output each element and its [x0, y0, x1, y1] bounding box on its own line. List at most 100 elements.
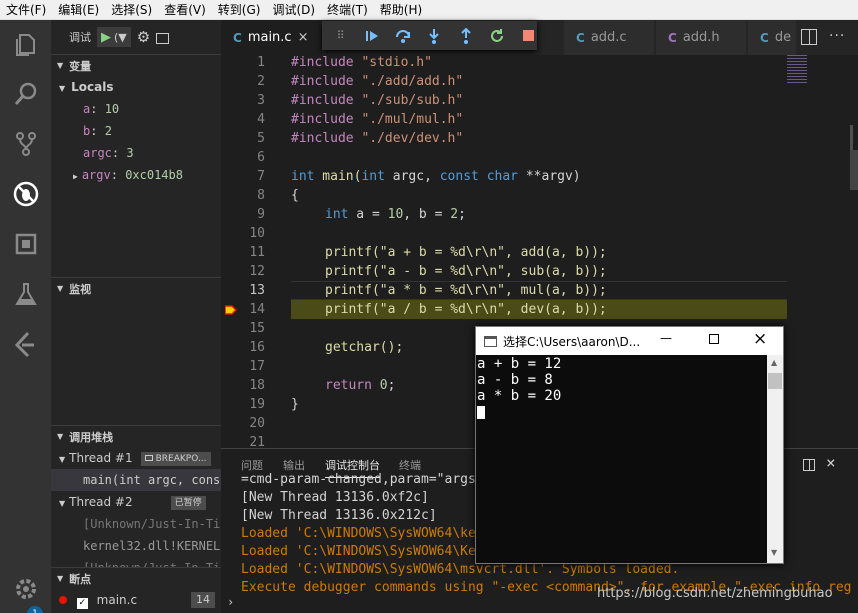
variable-name: b	[83, 124, 91, 138]
drag-handle-icon[interactable]: ⠿	[332, 27, 349, 45]
line-number[interactable]: 17	[221, 359, 265, 374]
tab-main-c[interactable]: Cmain.c ×	[221, 20, 322, 55]
line-number[interactable]: 5	[221, 131, 265, 146]
step-into-icon[interactable]	[426, 27, 443, 45]
debug-icon[interactable]	[0, 170, 51, 218]
watch-title: 监视	[69, 282, 92, 296]
line-number[interactable]: 3	[221, 93, 265, 108]
chevron-right-icon: ▶	[73, 172, 78, 181]
line-number[interactable]: 8	[221, 188, 265, 203]
thread-item[interactable]: ▼ Thread #2 已暂停	[51, 491, 221, 513]
line-number[interactable]: 7	[221, 169, 265, 184]
watch-header[interactable]: ▼ 监视	[51, 277, 221, 299]
continue-icon[interactable]	[363, 27, 380, 45]
source-control-icon[interactable]	[0, 120, 51, 168]
console-output-line: [New Thread 13136.0xf2c]	[241, 490, 429, 505]
variable-value: 2	[104, 124, 112, 138]
variables-header[interactable]: ▼ 变量	[51, 54, 221, 76]
chevron-down-icon[interactable]: ▼	[771, 548, 777, 557]
scrollbar-thumb[interactable]	[768, 373, 782, 389]
menu-item[interactable]: 文件(F)	[0, 0, 52, 20]
code-line: getchar();	[325, 340, 404, 355]
more-actions-icon[interactable]: ···	[829, 28, 845, 44]
checkbox[interactable]: ✓	[76, 598, 88, 609]
maximize-panel-icon[interactable]	[803, 459, 815, 471]
menu-item[interactable]: 调试(D)	[266, 0, 321, 20]
extensions-icon[interactable]	[0, 220, 51, 268]
minimize-icon[interactable]: —	[660, 331, 672, 345]
tab-terminal[interactable]: 终端	[399, 457, 421, 473]
line-number[interactable]: 16	[221, 340, 265, 355]
line-number[interactable]: 21	[221, 435, 265, 448]
code-line: #include "./add/add.h"	[291, 74, 464, 89]
thread-item[interactable]: ▼ Thread #1 BREAKPO...	[51, 447, 221, 469]
remote-icon[interactable]	[0, 320, 51, 368]
explorer-icon[interactable]	[0, 20, 51, 68]
console-output-line: [New Thread 13136.0x212c]	[241, 508, 437, 523]
menu-item[interactable]: 编辑(E)	[52, 0, 105, 20]
menu-item[interactable]: 选择(S)	[105, 0, 158, 20]
line-number[interactable]: 1	[221, 55, 265, 70]
stack-frame[interactable]: kernel32.dll!KERNEL	[51, 535, 221, 557]
line-number[interactable]: 13	[221, 283, 265, 298]
variable-row[interactable]: ▶ argv: 0xc014b8	[51, 164, 221, 186]
menu-item[interactable]: 查看(V)	[158, 0, 212, 20]
line-number[interactable]: 11	[221, 245, 265, 260]
line-number[interactable]: 6	[221, 150, 265, 165]
code-line: #include "./sub/sub.h"	[291, 93, 464, 108]
launch-config-select[interactable]: ▶ (▼	[97, 27, 131, 47]
menu-item[interactable]: 帮助(H)	[374, 0, 428, 20]
tab-output[interactable]: 输出	[283, 457, 305, 473]
minimap[interactable]	[787, 55, 858, 448]
line-number[interactable]: 19	[221, 397, 265, 412]
line-number[interactable]: 9	[221, 207, 265, 222]
search-icon[interactable]	[0, 70, 51, 118]
locals-scope[interactable]: ▼ Locals	[51, 76, 221, 98]
callstack-header[interactable]: ▼ 调用堆栈	[51, 425, 221, 447]
line-number[interactable]: 12	[221, 264, 265, 279]
variable-row[interactable]: argc: 3	[51, 142, 221, 164]
tab-dev-c[interactable]: Cde	[748, 20, 796, 55]
console-title-bar[interactable]: 选择C:\Users\aaron\D... — ×	[476, 327, 783, 355]
restart-icon[interactable]	[488, 27, 505, 45]
line-number[interactable]: 15	[221, 321, 265, 336]
menu-item[interactable]: 终端(T)	[321, 0, 374, 20]
maximize-icon[interactable]	[709, 334, 719, 344]
variable-row[interactable]: a: 10	[51, 98, 221, 120]
tab-add-h[interactable]: Cadd.h	[656, 20, 746, 55]
line-number[interactable]: 10	[221, 226, 265, 241]
step-out-icon[interactable]	[457, 27, 474, 45]
terminal-icon[interactable]	[156, 32, 170, 44]
tab-problems[interactable]: 问题	[241, 457, 263, 473]
stack-frame[interactable]: [Unknown/Just-In-Ti	[51, 513, 221, 535]
gear-icon[interactable]: ⚙	[137, 28, 150, 46]
test-icon[interactable]	[0, 270, 51, 318]
thread-name: Thread #1	[69, 451, 133, 465]
breakpoint-item[interactable]: ✓ main.c 14	[51, 589, 221, 611]
close-icon[interactable]: ×	[753, 329, 767, 349]
code-line: return 0;	[325, 378, 396, 393]
step-over-icon[interactable]	[395, 27, 412, 45]
line-number[interactable]: 4	[221, 112, 265, 127]
stack-frame[interactable]: main(int argc, const	[51, 469, 221, 491]
variable-row[interactable]: b: 2	[51, 120, 221, 142]
line-number[interactable]: 2	[221, 74, 265, 89]
scrollbar-thumb[interactable]	[850, 125, 853, 153]
breakpoints-title: 断点	[69, 572, 92, 586]
tab-add-c[interactable]: Cadd.c	[564, 20, 654, 55]
chevron-up-icon[interactable]: ▲	[771, 358, 777, 367]
debug-sidebar: 调试 ▶ (▼ ⚙ ▼ 变量 ▼ Locals a: 10 b: 2 argc: 3…	[51, 20, 221, 613]
breakpoints-header[interactable]: ▼ 断点	[51, 567, 221, 589]
line-number[interactable]: 14	[221, 302, 265, 317]
start-debug-icon[interactable]: ▶	[101, 30, 111, 45]
stop-icon[interactable]	[520, 27, 537, 45]
line-number[interactable]: 20	[221, 416, 265, 431]
split-editor-icon[interactable]	[801, 29, 817, 45]
close-icon[interactable]: ×	[298, 30, 309, 45]
menu-item[interactable]: 转到(G)	[212, 0, 267, 20]
console-scrollbar[interactable]: ▲ ▼	[767, 355, 783, 563]
close-panel-icon[interactable]: ×	[826, 453, 836, 472]
console-line: a + b = 12	[477, 356, 562, 372]
line-number[interactable]: 18	[221, 378, 265, 393]
gear-icon[interactable]	[0, 565, 51, 613]
